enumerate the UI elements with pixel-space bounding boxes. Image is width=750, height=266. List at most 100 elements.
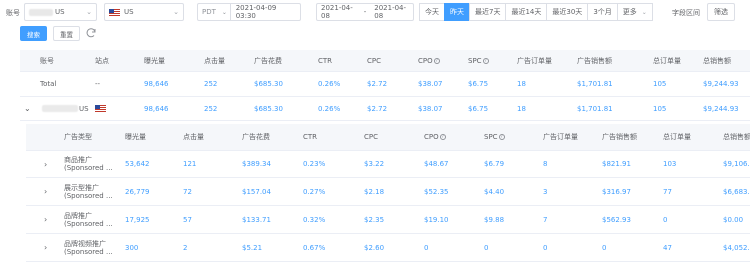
range-7d-button[interactable]: 最近7天 — [469, 3, 507, 21]
total-spc: $6.75 — [468, 80, 489, 88]
col-ad-orders[interactable]: 广告订单量 — [517, 50, 552, 71]
sub-ad-orders: 7 — [543, 215, 548, 224]
ad-type-name: 商品推广 — [64, 156, 92, 164]
range-more-label: 更多 — [622, 8, 637, 16]
sub-col-ad-sales[interactable]: 广告销售额 — [602, 124, 637, 150]
sub-col-cpc[interactable]: CPC — [364, 124, 378, 150]
sub-col-spend[interactable]: 广告花费 — [242, 124, 270, 150]
help-icon[interactable]: ? — [439, 134, 446, 140]
search-button[interactable]: 搜索 — [20, 26, 47, 41]
action-row: 搜索 重置 — [0, 26, 750, 46]
sub-table-row[interactable]: › 展示型推广 (Sponsored ... 26,779 72 $157.04 … — [26, 178, 750, 206]
ad-type-cell: 商品推广 (Sponsored ... — [64, 151, 113, 177]
marketplace-select[interactable]: US ⌄ — [104, 3, 184, 21]
sub-col-clicks[interactable]: 点击量 — [183, 124, 204, 150]
account-cpo: $38.07 — [418, 104, 443, 113]
sub-clicks: 2 — [183, 243, 188, 252]
account-ctr: 0.26% — [318, 104, 341, 113]
sub-col-ad-orders[interactable]: 广告订单量 — [543, 124, 578, 150]
sub-cpc: $2.60 — [364, 243, 385, 252]
col-spc-label: SPC — [468, 56, 482, 65]
filter-button[interactable]: 筛选 — [707, 3, 735, 21]
col-clicks[interactable]: 点击量 — [204, 50, 225, 71]
refresh-icon[interactable] — [85, 27, 97, 39]
range-more-select[interactable]: 更多 ⌄ — [616, 3, 653, 21]
ad-type-english: (Sponsored ... — [64, 191, 113, 200]
reset-button[interactable]: 重置 — [53, 26, 80, 41]
account-impressions: 98,646 — [144, 104, 169, 113]
col-spc[interactable]: SPC? — [468, 50, 489, 71]
col-impressions[interactable]: 曝光量 — [144, 50, 165, 71]
sub-col-cpo[interactable]: CPO? — [424, 124, 446, 150]
sub-spc: $9.88 — [484, 215, 505, 224]
account-cell-value: US — [79, 104, 89, 113]
account-name-redacted — [29, 8, 53, 16]
sub-total-sales: $9,106.9 — [723, 160, 750, 168]
help-icon[interactable]: ? — [482, 57, 489, 64]
expand-chevron-icon[interactable]: › — [44, 178, 47, 205]
account-clicks: 252 — [204, 104, 218, 113]
sub-table-row[interactable]: › 商品推广 (Sponsored ... 53,642 121 $389.34 … — [26, 151, 750, 178]
expand-chevron-icon[interactable]: › — [44, 206, 47, 233]
datetime-value: 2021-04-09 03:30 — [235, 4, 277, 20]
chevron-down-icon: ⌄ — [641, 8, 647, 16]
sub-spc: 0 — [484, 243, 489, 252]
sub-col-ctr[interactable]: CTR — [303, 124, 317, 150]
sub-table-row[interactable]: › 品牌推广 (Sponsored ... 17,925 57 $133.71 0… — [26, 206, 750, 234]
col-cpo[interactable]: CPO? — [418, 50, 440, 71]
expand-chevron-icon[interactable]: › — [44, 234, 47, 261]
col-total-orders[interactable]: 总订单量 — [653, 50, 681, 71]
col-spend[interactable]: 广告花费 — [254, 50, 282, 71]
sub-col-total-sales[interactable]: 总销售额 — [723, 124, 750, 150]
sub-spc: $4.40 — [484, 187, 505, 196]
timezone-select[interactable]: PDT ⌄ — [198, 4, 231, 20]
total-row: Total -- 98,646 252 $685.30 0.26% $2.72 … — [20, 72, 750, 97]
sub-cpc: $3.22 — [364, 160, 385, 168]
range-today-button[interactable]: 今天 — [419, 3, 445, 21]
date-range-picker[interactable]: 2021-04-08 - 2021-04-08 — [316, 3, 414, 21]
total-ad-orders: 18 — [517, 80, 526, 88]
sub-cpc: $2.18 — [364, 187, 385, 196]
total-total-sales: $9,244.93 — [703, 80, 739, 88]
col-cpc[interactable]: CPC — [367, 50, 381, 71]
col-site: 站点 — [95, 56, 109, 65]
total-site: -- — [95, 80, 101, 88]
chevron-down-icon: ⌄ — [173, 8, 179, 16]
col-total-sales[interactable]: 总销售额 — [703, 50, 731, 71]
timezone-value: PDT — [202, 8, 216, 16]
sub-spend: $5.21 — [242, 243, 263, 252]
sub-cpo: $52.35 — [424, 187, 449, 196]
col-ad-sales[interactable]: 广告销售额 — [577, 50, 612, 71]
sub-ad-orders: 0 — [543, 243, 548, 252]
sub-col-total-orders[interactable]: 总订单量 — [663, 124, 691, 150]
total-cpc: $2.72 — [367, 80, 388, 88]
account-site-cell — [95, 97, 110, 120]
range-30d-button[interactable]: 最近30天 — [546, 3, 589, 21]
ad-type-name: 品牌视频推广 — [64, 239, 106, 248]
range-3m-button[interactable]: 3个月 — [587, 3, 618, 21]
collapse-chevron-icon[interactable]: ⌄ — [24, 97, 31, 120]
range-14d-button[interactable]: 最近14天 — [505, 3, 548, 21]
timezone-datetime-picker[interactable]: PDT ⌄ 2021-04-09 03:30 — [197, 3, 301, 21]
sub-total-orders: 77 — [663, 187, 672, 196]
col-ctr[interactable]: CTR — [318, 50, 332, 71]
sub-col-ad-type: 广告类型 — [64, 133, 92, 141]
total-spend: $685.30 — [254, 80, 283, 88]
help-icon[interactable]: ? — [433, 57, 440, 64]
range-yesterday-button[interactable]: 昨天 — [444, 3, 470, 21]
sub-ctr: 0.67% — [303, 243, 326, 252]
sub-col-spc[interactable]: SPC? — [484, 124, 505, 150]
help-icon[interactable]: ? — [498, 134, 505, 140]
us-flag-icon — [95, 105, 106, 112]
sub-table-row[interactable]: › 品牌视频推广 (Sponsored ... 300 2 $5.21 0.67%… — [26, 234, 750, 262]
us-flag-icon — [109, 8, 120, 16]
sub-cpo: $19.10 — [424, 215, 449, 224]
account-label: 账号 — [6, 9, 20, 17]
field-section-label[interactable]: 字段区间 — [672, 8, 700, 18]
ad-type-english: (Sponsored ... — [64, 164, 113, 172]
account-row[interactable]: ⌄ US 98,646 252 $685.30 0.26% $2.72 $38.… — [20, 97, 750, 121]
expand-chevron-icon[interactable]: › — [44, 151, 47, 177]
account-cell: US — [42, 97, 89, 120]
sub-col-impressions[interactable]: 曝光量 — [125, 124, 146, 150]
account-select[interactable]: US ⌄ — [24, 3, 97, 21]
